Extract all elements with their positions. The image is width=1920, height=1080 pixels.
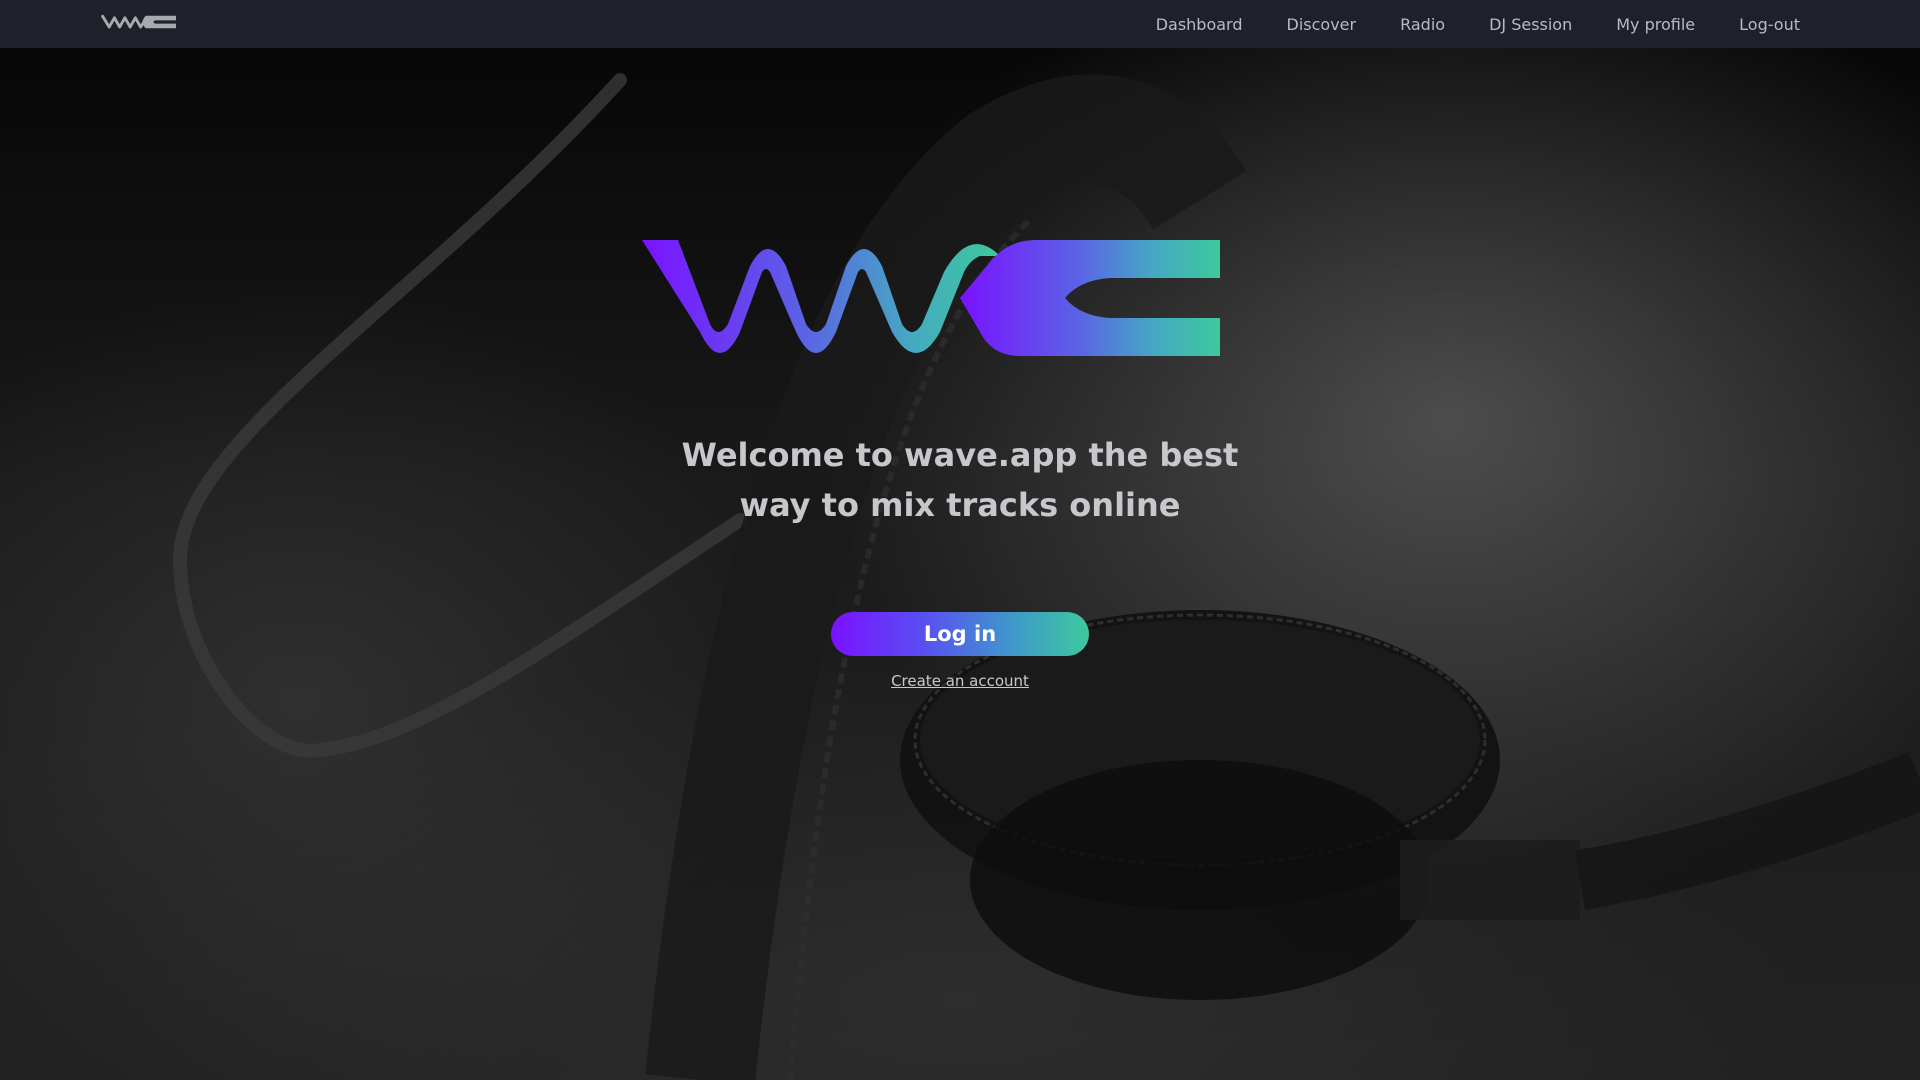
nav-item-my-profile[interactable]: My profile xyxy=(1616,15,1695,34)
nav-links: Dashboard Discover Radio DJ Session My p… xyxy=(1112,0,1800,48)
background-headphones-image xyxy=(0,0,1920,1080)
wave-logo-icon xyxy=(642,240,1220,356)
nav-item-discover[interactable]: Discover xyxy=(1287,15,1357,34)
nav-item-radio[interactable]: Radio xyxy=(1400,15,1445,34)
nav-item-dashboard[interactable]: Dashboard xyxy=(1156,15,1243,34)
nav-item-log-out[interactable]: Log-out xyxy=(1739,15,1800,34)
login-button[interactable]: Log in xyxy=(831,612,1089,656)
nav-item-dj-session[interactable]: DJ Session xyxy=(1489,15,1572,34)
create-account-link[interactable]: Create an account xyxy=(860,672,1060,690)
top-navbar: Dashboard Discover Radio DJ Session My p… xyxy=(0,0,1920,48)
welcome-headline: Welcome to wave.app the best way to mix … xyxy=(660,430,1260,530)
headline-line-2: way to mix tracks online xyxy=(739,486,1181,524)
wave-logo-icon[interactable] xyxy=(100,12,176,32)
headline-line-1: Welcome to wave.app the best xyxy=(681,436,1239,474)
